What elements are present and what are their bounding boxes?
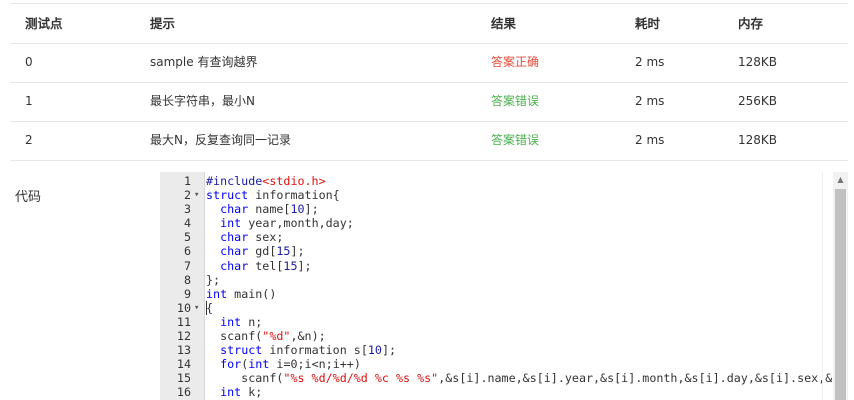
row-hint: 最大N，反复查询同一记录	[150, 133, 291, 147]
code-text: char sex;	[220, 230, 284, 245]
row-result-badge: 答案正确	[491, 55, 540, 69]
code-text: for(int i=0;i<n;i++)	[220, 357, 361, 372]
table-row: 1 最长字符串，最小N 答案错误 2 ms 256KB	[10, 82, 848, 122]
row-result-badge: 答案错误	[491, 133, 540, 147]
line-number: 16	[176, 385, 191, 400]
code-text: struct information{	[206, 188, 340, 203]
table-row: 0 sample 有查询越界 答案正确 2 ms 128KB	[10, 43, 848, 83]
code-text: char gd[15];	[220, 244, 305, 259]
code-line: 5 char sex;	[160, 230, 849, 244]
line-number: 13	[176, 343, 191, 358]
code-line: 12 scanf("%d",&n);	[160, 329, 849, 343]
code-line: 16 int k;	[160, 385, 849, 399]
code-line: 6 char gd[15];	[160, 244, 849, 258]
row-memory: 256KB	[738, 94, 778, 108]
table-header-row: 测试点 提示 结果 耗时 内存	[10, 4, 848, 44]
scroll-up-arrow-icon[interactable]: ▲	[833, 172, 848, 187]
fold-arrow-icon[interactable]: ▾	[194, 188, 199, 202]
code-line: 1 #include<stdio.h>	[160, 174, 849, 188]
row-time: 2 ms	[635, 133, 665, 147]
code-text: {	[206, 300, 214, 315]
row-testpoint: 0	[25, 55, 33, 69]
row-testpoint: 1	[25, 94, 33, 108]
row-time: 2 ms	[635, 55, 665, 69]
line-number: 2	[183, 188, 191, 203]
code-line: 3 char name[10];	[160, 202, 849, 216]
code-line: 15 scanf("%s %d/%d/%d %c %s %s",&s[i].na…	[160, 371, 849, 385]
code-line: 10 ▾ {	[160, 300, 849, 315]
code-text: scanf("%d",&n);	[206, 329, 326, 344]
text-cursor	[206, 300, 207, 315]
code-line: 13 struct information s[10];	[160, 343, 849, 357]
line-number: 15	[176, 371, 191, 386]
code-line: 14 for(int i=0;i<n;i++)	[160, 357, 849, 371]
line-number: 12	[176, 329, 191, 344]
line-number: 4	[183, 216, 191, 231]
row-memory: 128KB	[738, 133, 778, 147]
code-text: int k;	[220, 385, 263, 400]
code-text: int main()	[206, 286, 277, 301]
line-number: 8	[183, 272, 191, 287]
line-number: 7	[183, 258, 191, 273]
row-hint: sample 有查询越界	[150, 55, 258, 69]
header-time: 耗时	[635, 16, 661, 31]
row-testpoint: 2	[25, 133, 33, 147]
code-text: int n;	[220, 314, 263, 329]
table-row: 2 最大N，反复查询同一记录 答案错误 2 ms 128KB	[10, 121, 848, 161]
header-memory: 内存	[738, 16, 764, 31]
line-number: 1	[183, 174, 191, 188]
code-section-label: 代码	[15, 190, 42, 205]
fold-arrow-icon[interactable]: ▾	[194, 301, 199, 315]
code-text: char tel[15];	[220, 258, 312, 273]
header-testpoint: 测试点	[25, 16, 63, 31]
code-line: 2 ▾ struct information{	[160, 188, 849, 202]
line-number: 11	[176, 314, 191, 329]
code-lines: 1 #include<stdio.h> 2 ▾ struct information{3…	[160, 174, 849, 400]
code-text: char name[10];	[220, 202, 319, 217]
line-number: 6	[183, 244, 191, 259]
code-text: scanf("%s %d/%d/%d %c %s %s",&s[i].name,…	[206, 371, 840, 386]
code-text: struct information s[10];	[220, 343, 397, 358]
code-line: 4 int year,month,day;	[160, 216, 849, 230]
line-number: 9	[183, 286, 191, 301]
row-hint: 最长字符串，最小N	[150, 94, 255, 108]
code-text: #include<stdio.h>	[206, 174, 326, 188]
code-line: 11 int n;	[160, 315, 849, 329]
line-number: 10	[176, 300, 191, 315]
row-result-badge: 答案错误	[491, 94, 540, 108]
editor-right-divider	[822, 172, 823, 400]
code-line: 7 char tel[15];	[160, 259, 849, 273]
code-text: };	[206, 272, 221, 287]
code-line: 8};	[160, 273, 849, 287]
code-line: 9 int main()	[160, 287, 849, 301]
line-number: 14	[176, 357, 191, 372]
header-result: 结果	[491, 16, 517, 31]
header-hint: 提示	[150, 16, 176, 31]
line-number: 5	[183, 230, 191, 245]
row-memory: 128KB	[738, 55, 778, 69]
code-editor[interactable]: 1 #include<stdio.h> 2 ▾ struct information{3…	[160, 172, 849, 400]
editor-scrollbar[interactable]: ▲	[833, 172, 848, 400]
row-time: 2 ms	[635, 94, 665, 108]
scrollbar-thumb[interactable]	[835, 189, 846, 400]
code-text: int year,month,day;	[220, 216, 354, 231]
line-number: 3	[183, 202, 191, 217]
